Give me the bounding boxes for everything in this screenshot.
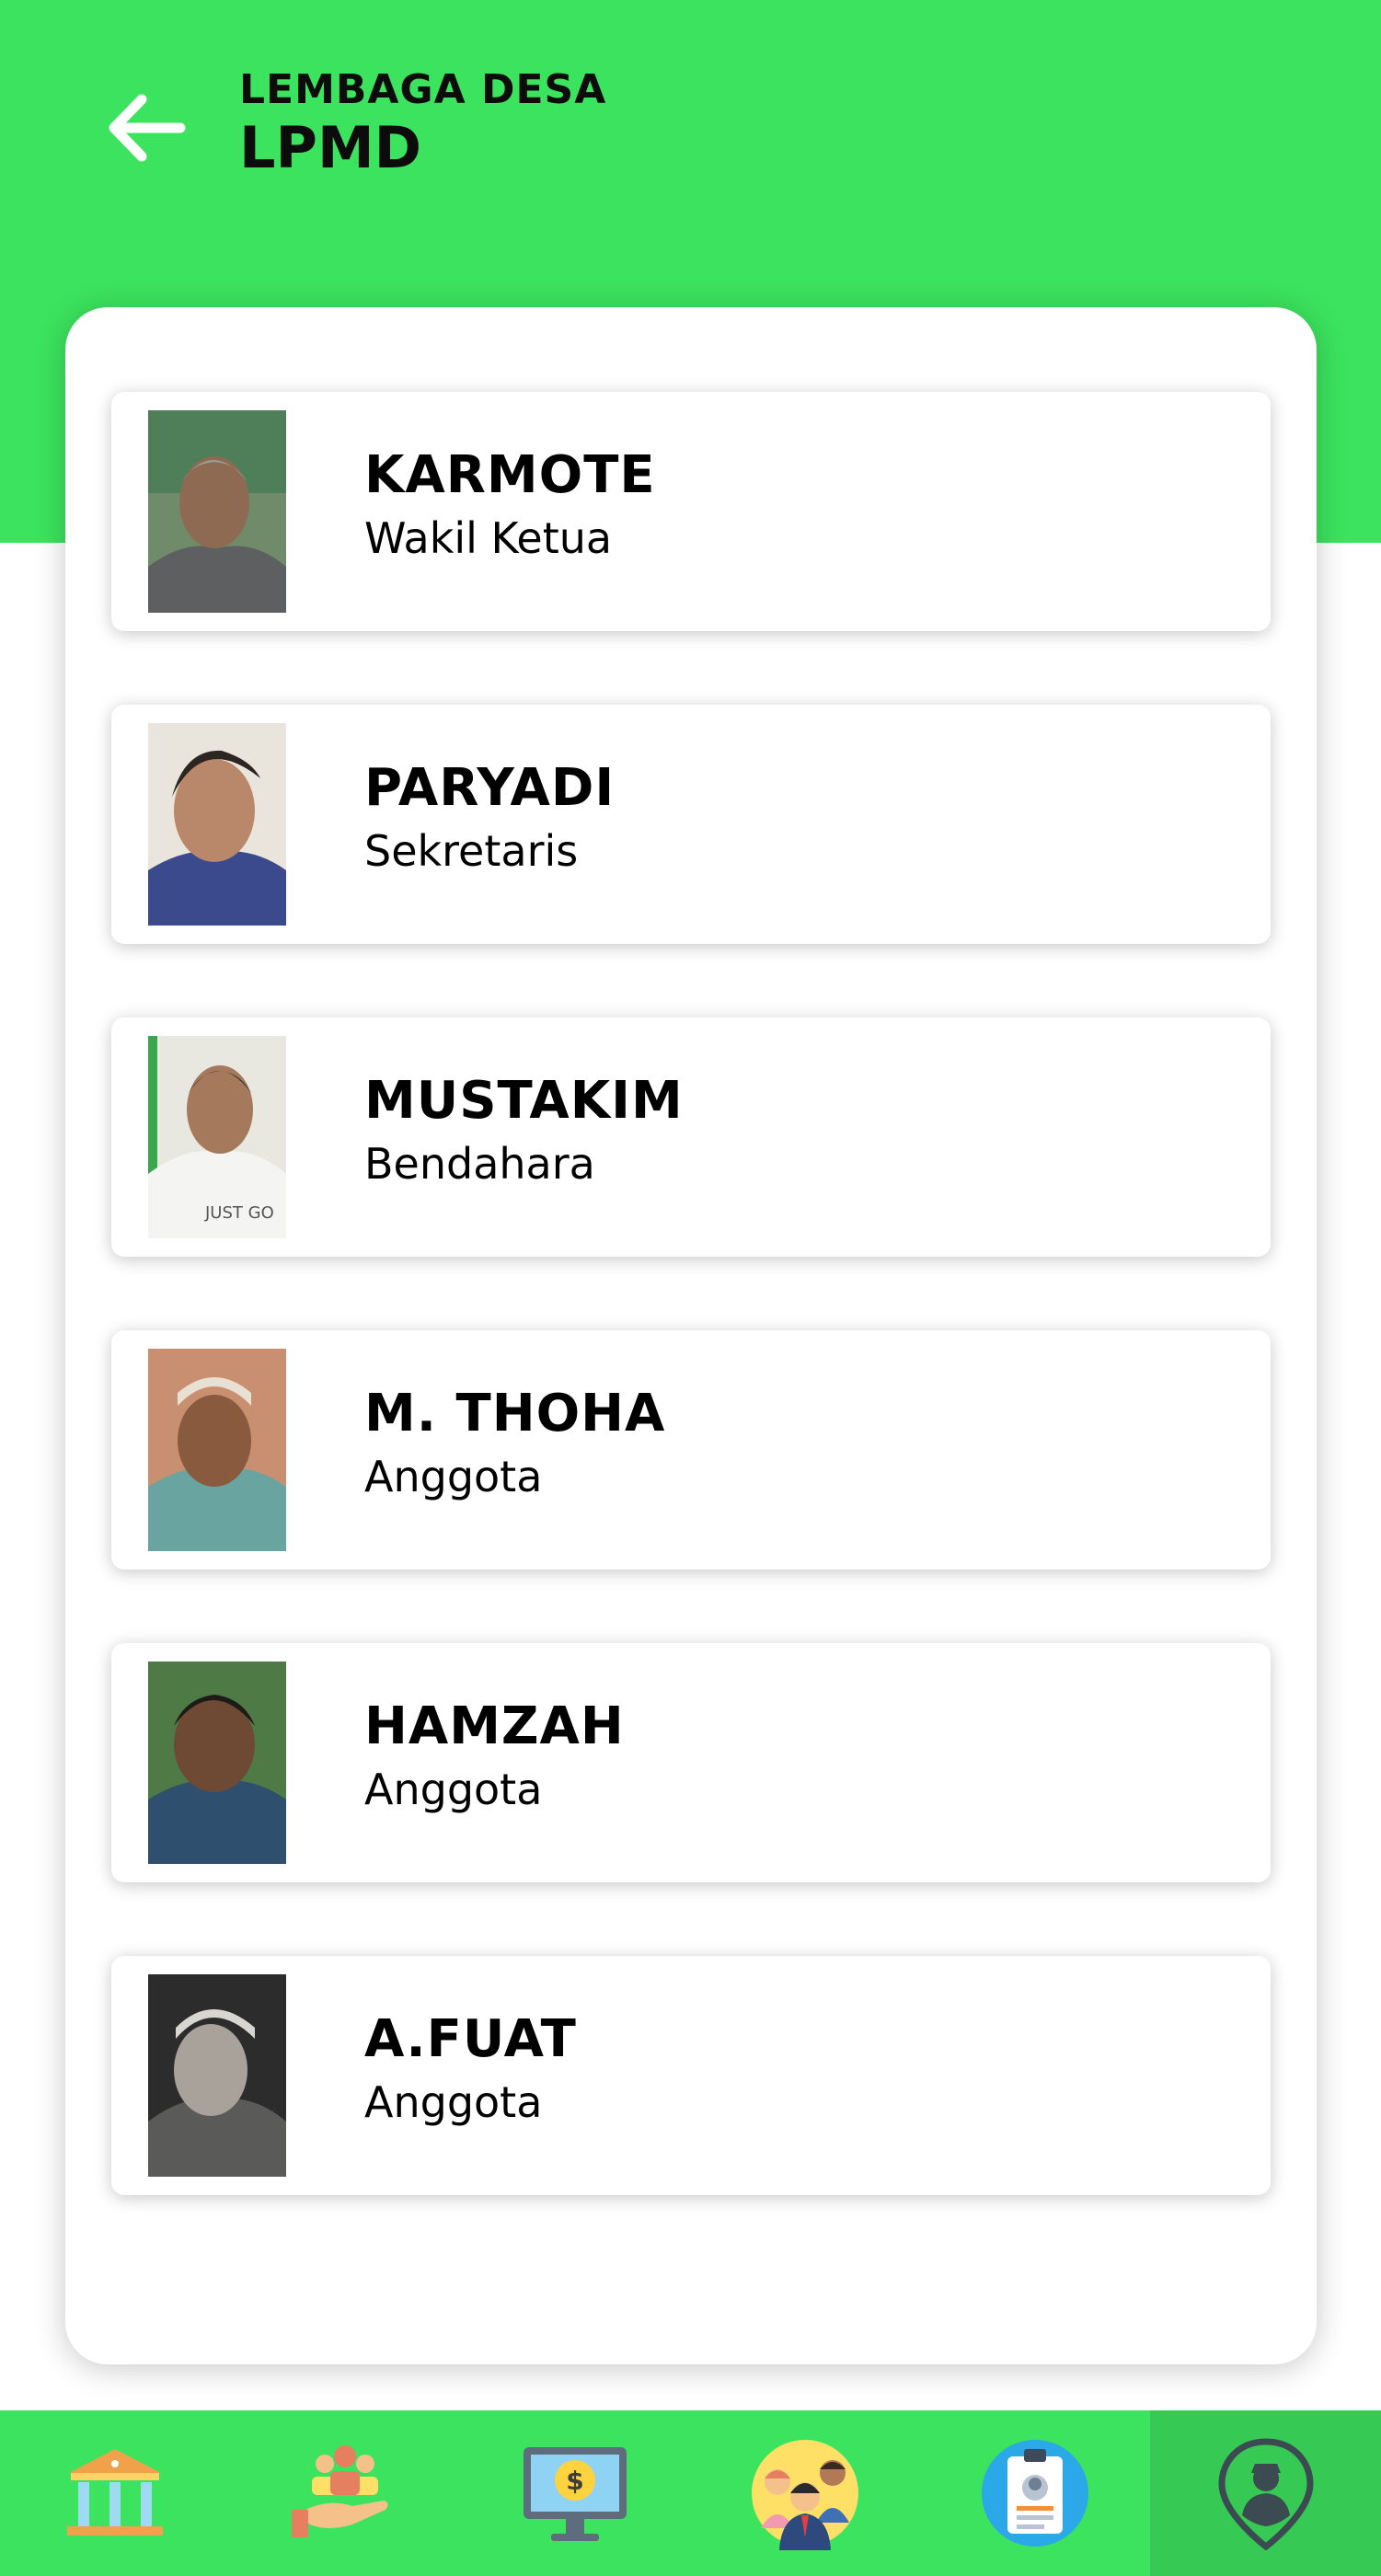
- member-card[interactable]: A.FUAT Anggota: [111, 1956, 1271, 2195]
- member-name: A.FUAT: [364, 2009, 577, 2069]
- nav-item-masyarakat[interactable]: [230, 2410, 460, 2576]
- nav-item-lokasi[interactable]: [1150, 2410, 1381, 2576]
- member-name: HAMZAH: [364, 1696, 625, 1756]
- member-card[interactable]: JUST GO MUSTAKIM Bendahara: [111, 1018, 1271, 1257]
- id-card-icon: [982, 2440, 1088, 2547]
- page-subtitle: LEMBAGA DESA: [239, 66, 607, 113]
- member-photo: [148, 1974, 286, 2177]
- community-hand-icon: [292, 2445, 388, 2537]
- members-list: KARMOTE Wakil Ketua PARYADI Sekretaris J…: [111, 392, 1271, 2269]
- member-name: KARMOTE: [364, 445, 656, 505]
- member-role: Wakil Ketua: [364, 513, 613, 563]
- member-role: Anggota: [364, 1765, 543, 1814]
- header-titles: LEMBAGA DESA LPMD: [239, 66, 606, 182]
- nav-item-perangkat[interactable]: [690, 2410, 920, 2576]
- member-name: MUSTAKIM: [364, 1071, 684, 1131]
- member-photo: [148, 1662, 286, 1864]
- people-group-icon: [752, 2440, 858, 2550]
- member-photo: [148, 723, 286, 926]
- member-card[interactable]: M. THOHA Anggota: [111, 1330, 1271, 1570]
- member-card[interactable]: PARYADI Sekretaris: [111, 705, 1271, 944]
- location-person-icon: [1217, 2438, 1314, 2550]
- nav-item-lembaga[interactable]: [0, 2410, 230, 2576]
- member-photo: [148, 410, 286, 613]
- member-name: PARYADI: [364, 758, 616, 818]
- bottom-navigation: $: [0, 2410, 1381, 2576]
- member-card[interactable]: HAMZAH Anggota: [111, 1643, 1271, 1882]
- nav-item-profil[interactable]: [920, 2410, 1150, 2576]
- member-name: M. THOHA: [364, 1384, 666, 1443]
- member-role: Anggota: [364, 2077, 543, 2127]
- members-panel: KARMOTE Wakil Ketua PARYADI Sekretaris J…: [65, 307, 1317, 2364]
- arrow-left-icon: [109, 94, 186, 162]
- member-photo: [148, 1349, 286, 1551]
- budget-monitor-icon: $: [524, 2447, 627, 2541]
- nav-item-anggaran[interactable]: $: [460, 2410, 690, 2576]
- member-role: Sekretaris: [364, 826, 579, 876]
- member-role: Anggota: [364, 1452, 543, 1501]
- shirt-print: JUST GO: [204, 1203, 274, 1223]
- member-card[interactable]: KARMOTE Wakil Ketua: [111, 392, 1271, 631]
- page-title: LPMD: [239, 114, 422, 181]
- member-photo: JUST GO: [148, 1036, 286, 1238]
- bank-building-icon: [67, 2449, 163, 2536]
- back-button[interactable]: [103, 88, 188, 167]
- member-role: Bendahara: [364, 1139, 595, 1189]
- svg-text:$: $: [566, 2466, 583, 2496]
